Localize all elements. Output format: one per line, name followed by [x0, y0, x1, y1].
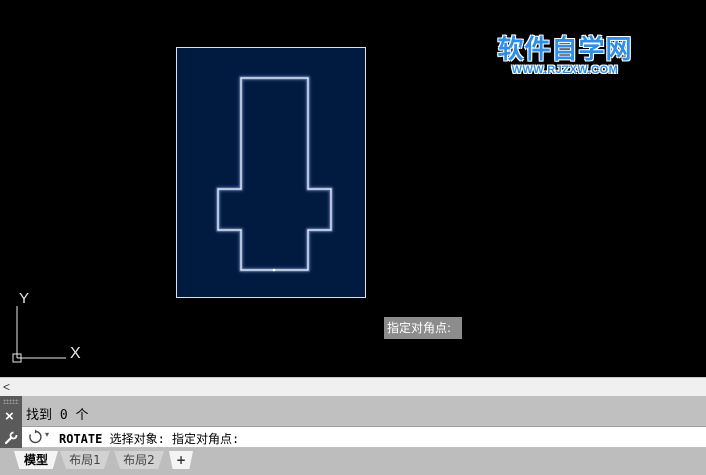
command-line-handle[interactable]: ×: [0, 396, 22, 448]
wrench-icon[interactable]: [4, 431, 18, 445]
layout-tabs: 模型 布局1 布局2 +: [0, 448, 706, 475]
scroll-left-arrow-icon[interactable]: <: [3, 379, 10, 395]
drawing-canvas[interactable]: 软件自学网 WWW.RJZXW.COM 指定对角点: Y X: [0, 0, 706, 377]
ucs-x-label: X: [70, 345, 81, 362]
command-dropdown-icon[interactable]: ▾: [45, 430, 49, 439]
rotate-icon: [29, 429, 42, 444]
shape-outline[interactable]: [216, 76, 333, 272]
ucs-icon: Y X: [12, 290, 81, 363]
command-keyword: ROTATE: [59, 432, 103, 446]
shape-outline-core: [217, 77, 332, 271]
add-layout-button[interactable]: +: [169, 451, 193, 469]
command-input[interactable]: ▾ ROTATE 选择对象: 指定对角点:: [22, 426, 706, 447]
grip-icon[interactable]: [3, 399, 19, 404]
close-icon[interactable]: ×: [5, 408, 14, 425]
command-line-panel: × 找到 0 个 ▾ ROTATE 选择对象: 指定对角点:: [0, 396, 706, 448]
command-history-line: 找到 0 个: [26, 408, 89, 423]
base-point-marker: [272, 268, 276, 272]
ucs-y-label: Y: [19, 290, 29, 307]
tab-model[interactable]: 模型: [14, 451, 58, 469]
command-prompt: 选择对象: 指定对角点:: [102, 432, 240, 446]
tab-layout1[interactable]: 布局1: [60, 451, 110, 469]
watermark: 软件自学网 WWW.RJZXW.COM: [490, 36, 640, 76]
watermark-title: 软件自学网: [497, 35, 633, 65]
dynamic-input-tooltip: 指定对角点:: [384, 317, 462, 339]
horizontal-scrollbar[interactable]: <: [0, 377, 706, 396]
watermark-url: WWW.RJZXW.COM: [511, 64, 619, 76]
tab-layout2[interactable]: 布局2: [114, 451, 164, 469]
